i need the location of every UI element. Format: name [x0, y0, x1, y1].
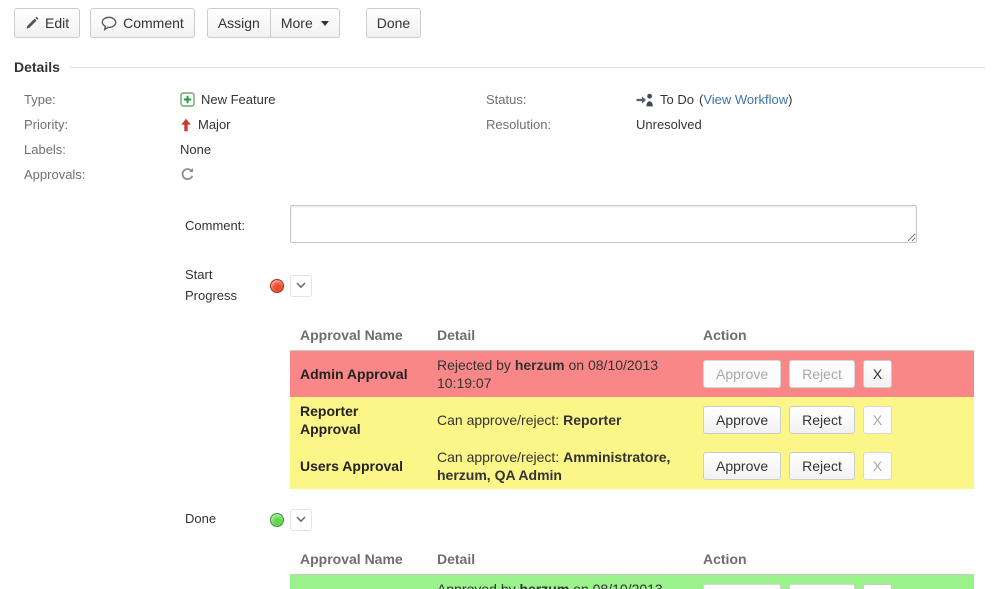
done-button-label: Done — [376, 15, 411, 31]
approval-detail: Can approve/reject: Reporter — [437, 411, 622, 428]
approval-actions: Approve Reject X — [693, 397, 974, 443]
view-workflow-link[interactable]: View Workflow — [703, 92, 788, 107]
done-approvals-table: Approval Name Detail Action Admin Approv… — [290, 545, 974, 589]
status-label: Status: — [486, 92, 527, 107]
labels-value: None — [180, 142, 212, 157]
approve-button[interactable]: Approve — [703, 583, 782, 589]
fields-left-column: Type: New Feature Priority: Major Labels… — [0, 87, 486, 187]
status-workflow: (View Workflow) — [699, 92, 792, 107]
reject-button[interactable]: Reject — [789, 451, 855, 480]
speech-bubble-icon — [101, 16, 117, 31]
chevron-down-icon — [296, 282, 306, 289]
more-button-label: More — [280, 15, 313, 31]
chevron-down-icon — [296, 516, 306, 523]
username: herzum — [514, 356, 565, 373]
approve-button[interactable]: Approve — [703, 405, 782, 434]
comment-input[interactable] — [290, 205, 917, 243]
assign-button[interactable]: Assign — [206, 8, 270, 38]
field-labels: Labels: None — [24, 137, 486, 162]
approvers: Reporter — [563, 411, 622, 428]
labels-label: Labels: — [24, 142, 66, 157]
start-progress-collapse-toggle[interactable] — [290, 274, 312, 297]
comment-button-label: Comment — [123, 15, 184, 31]
approve-button[interactable]: Approve — [703, 451, 782, 480]
done-collapse-toggle[interactable] — [290, 508, 312, 531]
priority-value: Major — [198, 117, 231, 132]
approval-detail: Approved by herzum on 08/10/2013 10:15:0… — [427, 575, 693, 589]
table-header-row: Approval Name Detail Action — [290, 545, 974, 575]
fields-right-column: Status: To Do (View Workflow) Resolution… — [486, 87, 999, 187]
field-status: Status: To Do (View Workflow) — [486, 87, 985, 112]
approval-name: Admin Approval — [290, 575, 427, 589]
reject-button[interactable]: Reject — [789, 405, 855, 434]
assign-more-group: Assign More — [206, 8, 340, 38]
approval-detail: Can approve/reject: Amministratore, herz… — [437, 448, 671, 483]
approvals-label: Approvals: — [24, 167, 86, 182]
approval-row-pending: Reporter Approval Can approve/reject: Re… — [290, 396, 974, 443]
table-header-row: Approval Name Detail Action — [290, 321, 974, 351]
pencil-icon — [25, 16, 39, 30]
more-dropdown-button[interactable]: More — [269, 8, 340, 38]
detail-header: Detail — [437, 550, 476, 567]
approval-name-header: Approval Name — [300, 550, 403, 567]
resolution-label: Resolution: — [486, 117, 552, 132]
approval-name: Users Approval — [300, 457, 403, 474]
action-header: Action — [703, 550, 747, 567]
approval-row-pending: Users Approval Can approve/reject: Ammin… — [290, 442, 974, 489]
done-label: Done — [185, 511, 217, 527]
done-row: Done — [185, 508, 985, 531]
approval-name-header: Approval Name — [300, 326, 403, 343]
field-type: Type: New Feature — [24, 87, 486, 112]
approval-name: Admin Approval — [300, 365, 408, 382]
green-status-indicator-icon — [270, 512, 284, 527]
issue-toolbar: Edit Comment Assign More Done — [0, 0, 999, 38]
username: herzum — [519, 580, 570, 589]
clear-approval-button[interactable]: X — [862, 583, 893, 589]
clear-approval-button[interactable]: X — [862, 359, 893, 388]
priority-label: Priority: — [24, 117, 69, 132]
type-label: Type: — [24, 92, 56, 107]
start-progress-approvals-table: Approval Name Detail Action Admin Approv… — [290, 321, 974, 489]
caret-down-icon — [320, 20, 329, 26]
field-resolution: Resolution: Unresolved — [486, 112, 985, 137]
field-priority: Priority: Major — [24, 112, 486, 137]
red-status-indicator-icon — [270, 278, 284, 293]
status-todo-icon — [636, 93, 654, 107]
action-header: Action — [703, 326, 747, 343]
comment-row: Comment: — [185, 205, 985, 243]
approval-actions: Approve Reject X — [693, 575, 974, 589]
edit-button-label: Edit — [45, 15, 70, 31]
comment-field-label: Comment: — [185, 218, 245, 233]
refresh-icon[interactable] — [180, 167, 195, 182]
resolution-value: Unresolved — [636, 117, 702, 132]
details-heading: Details — [14, 59, 60, 75]
new-feature-icon — [180, 92, 195, 107]
detail-header: Detail — [437, 326, 476, 343]
start-progress-label: Start Progress — [185, 267, 238, 303]
priority-up-arrow-icon — [180, 118, 192, 132]
reject-button[interactable]: Reject — [789, 583, 855, 589]
clear-approval-button[interactable]: X — [862, 405, 893, 434]
done-transition-button[interactable]: Done — [365, 8, 422, 38]
edit-button[interactable]: Edit — [14, 8, 81, 38]
approval-actions: Approve Reject X — [693, 351, 974, 397]
details-fields: Type: New Feature Priority: Major Labels… — [0, 87, 999, 187]
comment-button[interactable]: Comment — [90, 8, 195, 38]
header-divider — [69, 66, 985, 68]
assign-button-label: Assign — [217, 15, 260, 31]
approval-row-rejected: Admin Approval Rejected by herzum on 08/… — [290, 350, 974, 397]
type-value: New Feature — [201, 92, 276, 107]
clear-approval-button[interactable]: X — [862, 451, 893, 480]
status-value: To Do — [660, 92, 694, 107]
approval-row-approved: Admin Approval Approved by herzum on 08/… — [290, 574, 974, 589]
approve-button[interactable]: Approve — [703, 359, 782, 388]
approval-actions: Approve Reject X — [693, 443, 974, 489]
start-progress-row: Start Progress — [185, 265, 985, 307]
approval-detail: Rejected by herzum on 08/10/2013 10:19:0… — [437, 356, 659, 391]
reject-button[interactable]: Reject — [789, 359, 855, 388]
paren-close: ) — [788, 92, 793, 107]
field-approvals: Approvals: — [24, 162, 486, 187]
approval-name: Reporter Approval — [300, 402, 361, 437]
details-module-header: Details — [14, 59, 985, 75]
